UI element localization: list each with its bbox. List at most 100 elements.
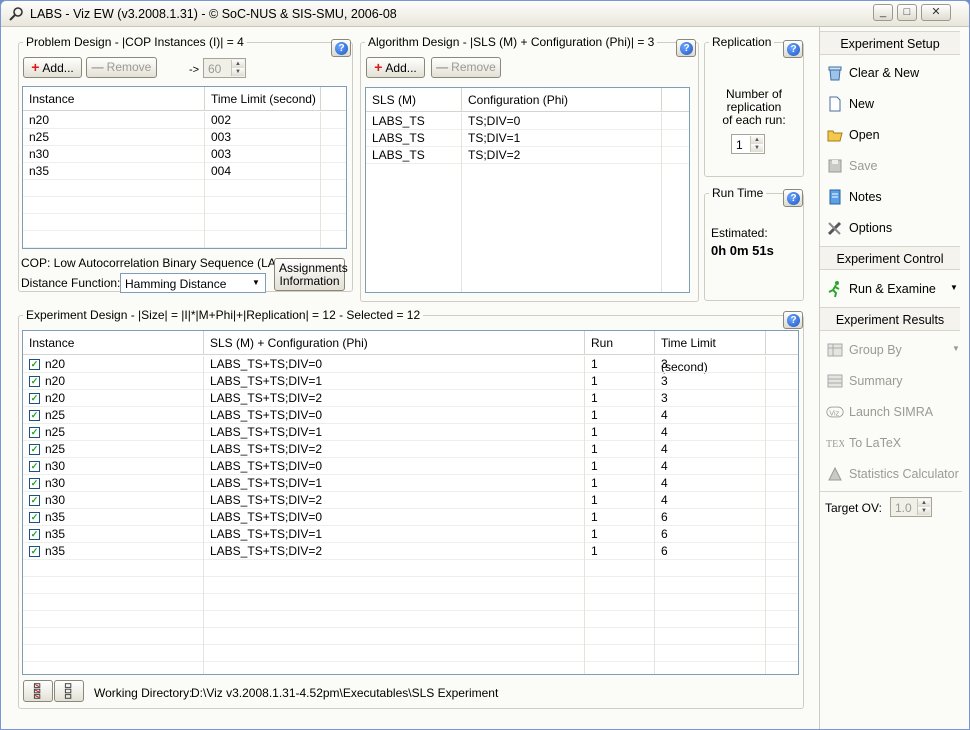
limit-cell[interactable]: 003 — [205, 146, 321, 163]
launch-simra-button[interactable]: Viz Launch SIMRA — [822, 399, 962, 425]
chevron-down-icon[interactable]: ▼ — [950, 283, 958, 292]
default-limit-stepper[interactable]: 60 ▲ ▼ — [203, 58, 246, 78]
empty-row — [23, 560, 798, 577]
close-button[interactable]: ✕ — [921, 4, 951, 21]
limit-cell[interactable]: 004 — [205, 163, 321, 180]
table-row[interactable]: n35 ✓ LABS_TS+TS;DIV=1 1 6 — [23, 526, 798, 543]
clear-new-button[interactable]: Clear & New — [822, 60, 962, 86]
algorithm-help-button[interactable]: ? — [676, 39, 696, 57]
open-button[interactable]: Open — [822, 122, 962, 148]
stepper-arrows[interactable]: ▲ ▼ — [917, 499, 930, 515]
config-cell-text: LABS_TS+TS;DIV=1 — [210, 425, 323, 439]
experiment-help-button[interactable]: ? — [783, 311, 803, 329]
row-checkbox[interactable]: ✓ — [29, 444, 40, 455]
table-row[interactable]: n30 ✓ LABS_TS+TS;DIV=0 1 4 — [23, 458, 798, 475]
col-sls-config[interactable]: SLS (M) + Configuration (Phi) — [204, 331, 585, 355]
col-time-limit[interactable]: Time Limit (second) — [205, 87, 321, 111]
row-checkbox[interactable]: ✓ — [29, 410, 40, 421]
to-latex-button[interactable]: TEX To LaTeX — [822, 430, 962, 456]
row-checkbox[interactable]: ✓ — [29, 495, 40, 506]
table-row[interactable]: n20 ✓ LABS_TS+TS;DIV=0 1 3 — [23, 356, 798, 373]
table-row[interactable]: n20 ✓ LABS_TS+TS;DIV=2 1 3 — [23, 390, 798, 407]
distance-function-select[interactable]: Hamming Distance ▼ — [120, 273, 266, 293]
save-button[interactable]: Save — [822, 153, 962, 179]
replication-stepper[interactable]: 1 ▲ ▼ — [731, 134, 765, 154]
problem-help-button[interactable]: ? — [331, 39, 351, 57]
config-cell — [204, 662, 585, 674]
problem-remove-button[interactable]: — Remove — [86, 57, 157, 78]
replication-label: Number of replication of each run: — [709, 88, 799, 127]
table-row[interactable]: n30 ✓ LABS_TS+TS;DIV=1 1 4 — [23, 475, 798, 492]
chevron-down-icon[interactable]: ▼ — [952, 344, 960, 353]
row-checkbox[interactable]: ✓ — [29, 359, 40, 370]
empty-row — [23, 197, 346, 214]
run-cell-text: 1 — [591, 544, 598, 558]
row-checkbox[interactable]: ✓ — [29, 461, 40, 472]
table-row[interactable]: LABS_TS TS;DIV=2 — [366, 147, 689, 164]
row-checkbox[interactable]: ✓ — [29, 427, 40, 438]
row-checkbox[interactable]: ✓ — [29, 546, 40, 557]
table-row[interactable]: n25 003 — [23, 129, 346, 146]
col-instance[interactable]: Instance — [23, 331, 204, 355]
runtime-help-button[interactable]: ? — [783, 189, 803, 207]
table-row[interactable]: n35 004 — [23, 163, 346, 180]
table-row[interactable]: n35 ✓ LABS_TS+TS;DIV=0 1 6 — [23, 509, 798, 526]
group-by-button[interactable]: Group By ▼ — [822, 337, 962, 363]
stepper-arrows[interactable]: ▲ ▼ — [231, 60, 244, 76]
row-checkbox[interactable]: ✓ — [29, 478, 40, 489]
col-instance[interactable]: Instance — [23, 87, 205, 111]
limit-cell[interactable]: 003 — [205, 129, 321, 146]
table-row[interactable]: LABS_TS TS;DIV=1 — [366, 130, 689, 147]
col-run[interactable]: Run — [585, 331, 655, 355]
limit-cell — [655, 560, 766, 577]
estimated-value: 0h 0m 51s — [711, 243, 774, 258]
table-row[interactable]: LABS_TS TS;DIV=0 — [366, 113, 689, 130]
notes-button[interactable]: Notes — [822, 184, 962, 210]
table-row[interactable]: n30 003 — [23, 146, 346, 163]
config-cell-text: LABS_TS+TS;DIV=2 — [210, 442, 323, 456]
row-checkbox[interactable]: ✓ — [29, 529, 40, 540]
table-row[interactable]: n25 ✓ LABS_TS+TS;DIV=2 1 4 — [23, 441, 798, 458]
limit-cell — [655, 611, 766, 628]
statistics-calculator-button[interactable]: Statistics Calculator — [822, 461, 962, 487]
table-row[interactable]: n25 ✓ LABS_TS+TS;DIV=0 1 4 — [23, 407, 798, 424]
algorithm-remove-button[interactable]: — Remove — [431, 57, 501, 78]
summary-button[interactable]: Summary — [822, 368, 962, 394]
help-icon: ? — [680, 42, 693, 55]
instance-cell: n35 ✓ — [23, 509, 204, 526]
run-examine-button[interactable]: Run & Examine ▼ — [822, 276, 962, 302]
col-configuration[interactable]: Configuration (Phi) — [462, 88, 662, 112]
table-row[interactable]: n30 ✓ LABS_TS+TS;DIV=2 1 4 — [23, 492, 798, 509]
minimize-button[interactable]: _ — [873, 4, 893, 21]
tex-icon: TEX — [826, 439, 844, 450]
stepper-arrows[interactable]: ▲ ▼ — [750, 136, 763, 152]
limit-cell[interactable]: 002 — [205, 112, 321, 129]
new-button[interactable]: New — [822, 91, 962, 117]
row-checkbox[interactable]: ✓ — [29, 512, 40, 523]
table-row[interactable]: n20 ✓ LABS_TS+TS;DIV=1 1 3 — [23, 373, 798, 390]
table-row[interactable]: n20 002 — [23, 112, 346, 129]
distance-function-value: Hamming Distance — [125, 277, 227, 291]
title-bar: LABS - Viz EW (v3.2008.1.31) - © SoC-NUS… — [1, 1, 969, 27]
assignments-info-button[interactable]: Assignments Information — [274, 258, 348, 291]
maximize-button[interactable]: □ — [897, 4, 917, 21]
row-checkbox[interactable]: ✓ — [29, 393, 40, 404]
instance-cell: n20 ✓ — [23, 373, 204, 390]
options-button[interactable]: Options — [822, 215, 962, 241]
row-checkbox[interactable]: ✓ — [29, 376, 40, 387]
run-cell: 1 — [585, 543, 655, 560]
limit-cell: 4 — [655, 424, 766, 441]
minus-icon: — — [91, 60, 104, 74]
select-all-button[interactable] — [23, 680, 53, 702]
config-cell — [204, 628, 585, 645]
col-time-limit[interactable]: Time Limit (second) — [655, 331, 766, 374]
deselect-all-button[interactable] — [54, 680, 84, 702]
algorithm-add-button[interactable]: + Add... — [366, 57, 425, 78]
replication-help-button[interactable]: ? — [783, 40, 803, 58]
target-ov-stepper[interactable]: 1.0 ▲ ▼ — [890, 497, 932, 517]
algorithm-table: SLS (M) Configuration (Phi) LABS_TS TS;D… — [365, 87, 690, 293]
col-sls[interactable]: SLS (M) — [366, 88, 462, 112]
table-row[interactable]: n35 ✓ LABS_TS+TS;DIV=2 1 6 — [23, 543, 798, 560]
table-row[interactable]: n25 ✓ LABS_TS+TS;DIV=1 1 4 — [23, 424, 798, 441]
problem-add-button[interactable]: + Add... — [23, 57, 82, 78]
